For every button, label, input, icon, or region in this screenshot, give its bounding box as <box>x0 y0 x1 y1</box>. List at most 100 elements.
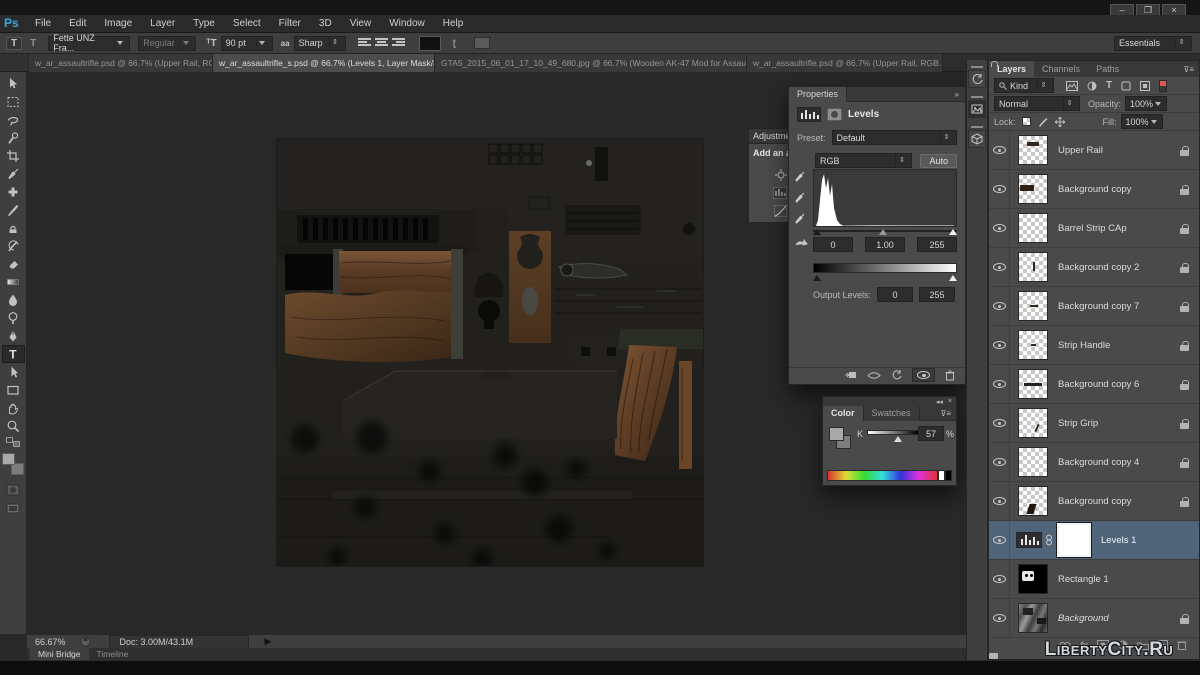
font-family-dropdown-icon[interactable] <box>114 37 125 50</box>
menu-select[interactable]: Select <box>224 18 270 29</box>
lasso-tool[interactable] <box>2 111 25 129</box>
pen-tool[interactable] <box>2 327 25 345</box>
delete-adjustment-icon[interactable] <box>945 370 955 381</box>
visibility-toggle[interactable] <box>989 287 1010 325</box>
path-selection-tool[interactable] <box>2 363 25 381</box>
layer-thumbnail[interactable] <box>1018 447 1048 477</box>
lock-pixels-icon[interactable] <box>1038 117 1048 127</box>
workspace-dropdown-icon[interactable]: ⇕ <box>1175 37 1187 50</box>
targeted-adjustment-icon[interactable] <box>794 237 810 249</box>
clone-stamp-tool[interactable] <box>2 219 25 237</box>
layer-row-background[interactable]: Background <box>989 599 1199 638</box>
document-size-field[interactable]: Doc: 3.00M/43.1M <box>109 635 249 649</box>
filter-dropdown-icon[interactable]: ⇕ <box>1037 79 1049 92</box>
text-orientation-icon[interactable]: T <box>30 38 36 49</box>
output-high-field[interactable]: 255 <box>919 287 955 302</box>
visibility-toggle[interactable] <box>989 482 1010 520</box>
layer-mask-thumbnail[interactable] <box>1057 523 1091 557</box>
filter-type-layers-icon[interactable]: T <box>1106 80 1112 91</box>
zoom-tool[interactable] <box>2 417 25 435</box>
panel-menu-icon[interactable]: ⊽≡ <box>1183 65 1199 74</box>
paths-tab[interactable]: Paths <box>1088 61 1127 77</box>
view-previous-state-icon[interactable] <box>867 371 881 380</box>
brightness-icon[interactable] <box>775 169 787 183</box>
channel-select[interactable]: RGB ⇕ <box>815 153 912 168</box>
fill-dropdown-icon[interactable] <box>1149 115 1158 128</box>
output-slider-track[interactable] <box>813 275 957 283</box>
foreground-color-swatch[interactable] <box>2 453 15 465</box>
visibility-toggle[interactable] <box>989 443 1010 481</box>
layer-thumbnail[interactable] <box>1018 408 1048 438</box>
quick-mask-icon[interactable] <box>2 481 25 499</box>
visibility-toggle[interactable] <box>989 521 1010 559</box>
eyedropper-tool[interactable] <box>2 165 25 183</box>
document-tab-1[interactable]: w_ar_assaultrifle.psd @ 66.7% (Upper Rai… <box>29 54 213 72</box>
blend-dropdown-icon[interactable]: ⇕ <box>1063 97 1075 110</box>
layer-row-barrel-strip-cap[interactable]: Barrel Strip CAp <box>989 209 1199 248</box>
swatches-tab[interactable]: Swatches <box>864 406 920 421</box>
toggle-panels-icon[interactable] <box>474 37 490 49</box>
panel-collapse-icon[interactable]: » <box>955 90 965 99</box>
document-tab-4[interactable]: w_ar_assaultrifle.psd @ 66.7% (Upper Rai… <box>747 54 943 72</box>
opacity-dropdown-icon[interactable] <box>1153 97 1162 110</box>
anti-alias-dropdown-icon[interactable]: ⇕ <box>329 37 341 50</box>
3d-panel-icon[interactable] <box>968 130 986 148</box>
k-slider-handle[interactable] <box>894 436 902 442</box>
align-left-icon[interactable] <box>358 37 371 49</box>
preset-dropdown-icon[interactable]: ⇕ <box>940 131 952 144</box>
layer-row-background-copy-b[interactable]: Background copy <box>989 482 1199 521</box>
curves-adjustment-icon[interactable] <box>774 205 787 219</box>
layer-thumbnail[interactable] <box>1018 174 1048 204</box>
menu-image[interactable]: Image <box>95 18 141 29</box>
input-shadow-field[interactable]: 0 <box>813 237 853 252</box>
foreground-color-swatch[interactable] <box>829 427 844 441</box>
layer-row-levels-1-selected[interactable]: Levels 1 <box>989 521 1199 560</box>
dodge-tool[interactable] <box>2 309 25 327</box>
mask-link-icon[interactable] <box>1045 534 1053 546</box>
screen-mode-icon[interactable] <box>2 499 25 517</box>
menu-filter[interactable]: Filter <box>270 18 310 29</box>
channels-tab[interactable]: Channels <box>1034 61 1088 77</box>
color-tab[interactable]: Color <box>823 406 864 421</box>
properties-panel-header[interactable]: Properties » <box>789 87 965 102</box>
warp-text-icon[interactable]: ʈ <box>453 38 456 49</box>
swap-colors-icon[interactable] <box>6 437 20 447</box>
channel-dropdown-icon[interactable]: ⇕ <box>895 154 907 167</box>
rectangle-tool[interactable] <box>2 381 25 399</box>
input-highlight-field[interactable]: 255 <box>917 237 957 252</box>
gradient-tool[interactable] <box>2 273 25 291</box>
lock-position-icon[interactable] <box>1055 117 1065 127</box>
menu-file[interactable]: File <box>26 18 60 29</box>
document-tab-2-active[interactable]: w_ar_assaultrifle_s.psd @ 66.7% (Levels … <box>213 54 435 72</box>
rectangular-marquee-tool[interactable] <box>2 93 25 111</box>
output-low-field[interactable]: 0 <box>877 287 913 302</box>
menu-3d[interactable]: 3D <box>310 18 341 29</box>
lock-transparency-icon[interactable] <box>1022 117 1031 126</box>
menu-type[interactable]: Type <box>184 18 224 29</box>
panel-menu-icon[interactable]: ⊽≡ <box>940 409 956 418</box>
toggle-visibility-icon[interactable] <box>912 368 935 382</box>
white-point-eyedropper-icon[interactable] <box>794 213 806 225</box>
font-style-select[interactable]: Regular <box>138 36 196 51</box>
layer-thumbnail[interactable] <box>1018 252 1048 282</box>
foreground-background-swatches[interactable] <box>2 453 24 475</box>
status-arrow-icon[interactable]: ▶ <box>265 636 272 647</box>
midtone-input-slider[interactable] <box>879 229 887 235</box>
layer-row-upper-rail[interactable]: Upper Rail <box>989 131 1199 170</box>
output-shadow-slider[interactable] <box>813 275 821 281</box>
k-slider[interactable] <box>867 430 919 435</box>
type-tool[interactable]: T <box>2 345 25 363</box>
mini-bridge-panel-icon[interactable] <box>968 100 986 118</box>
white-swatch[interactable] <box>938 470 945 481</box>
menu-edit[interactable]: Edit <box>60 18 95 29</box>
fill-field[interactable]: 100% <box>1121 114 1163 129</box>
canvas-image[interactable] <box>277 139 703 566</box>
zoom-level[interactable]: 66.67% <box>35 637 66 647</box>
filter-adjustment-layers-icon[interactable] <box>1087 81 1097 91</box>
visibility-toggle[interactable] <box>989 326 1010 364</box>
shadow-input-slider[interactable] <box>813 229 821 235</box>
filter-pixel-layers-icon[interactable] <box>1066 81 1078 91</box>
lock-all-icon[interactable] <box>1072 117 1081 127</box>
quick-selection-tool[interactable] <box>2 129 25 147</box>
highlight-input-slider[interactable] <box>949 229 957 235</box>
